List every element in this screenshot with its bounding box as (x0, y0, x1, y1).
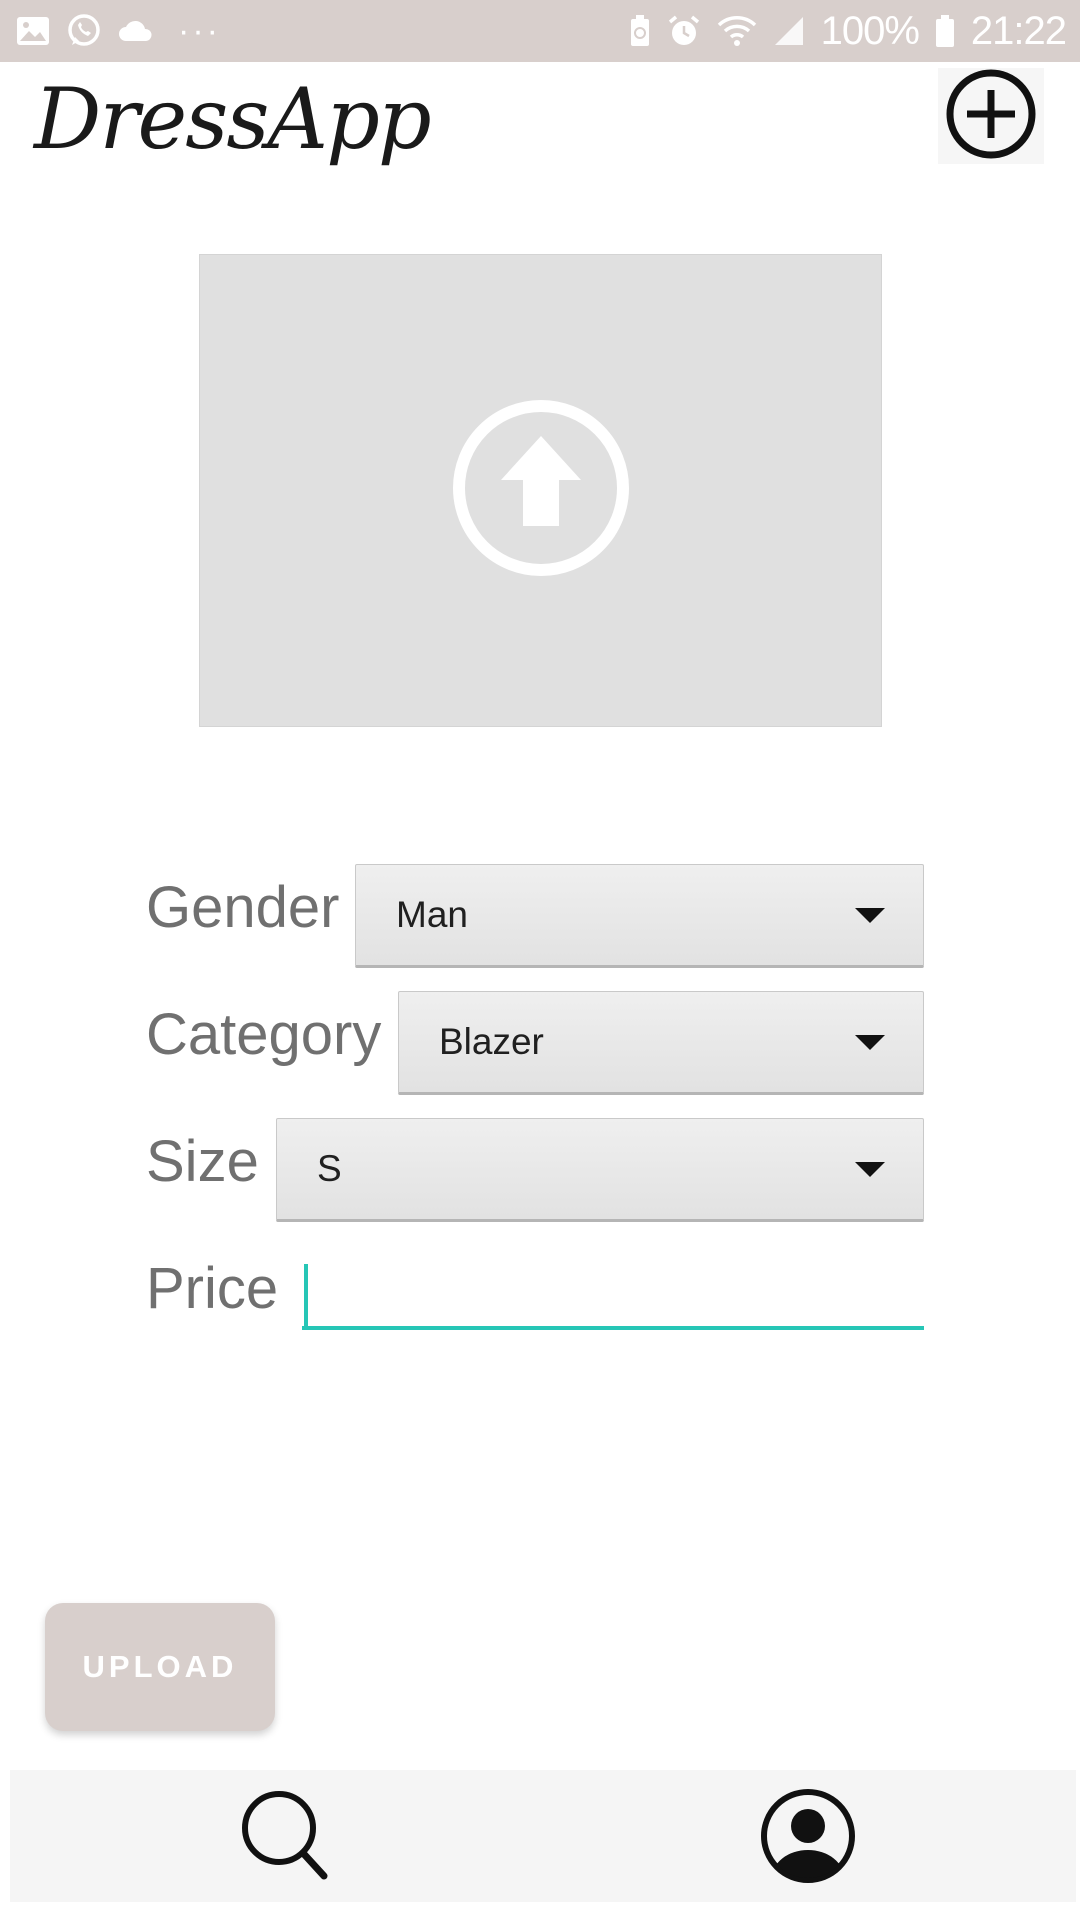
chevron-down-icon (855, 1161, 885, 1177)
chevron-down-icon (855, 1034, 885, 1050)
gender-label: Gender (146, 875, 340, 940)
image-upload-area[interactable] (199, 254, 882, 727)
signal-icon (773, 15, 805, 47)
gallery-icon (16, 16, 50, 46)
gender-dropdown[interactable]: Man (355, 864, 924, 968)
clock: 21:22 (970, 8, 1067, 53)
nav-search-button[interactable] (236, 1786, 336, 1886)
upload-button[interactable]: UPLOAD (45, 1603, 275, 1731)
whatsapp-icon (66, 13, 102, 49)
profile-icon (758, 1789, 858, 1890)
screen: ··· 100% 21:22 DressApp Gender Man Categ… (0, 0, 1080, 1920)
price-label: Price (146, 1256, 279, 1321)
bottom-nav (10, 1770, 1076, 1902)
text-cursor (304, 1264, 308, 1326)
size-dropdown[interactable]: S (276, 1118, 924, 1222)
battery-percent: 100% (820, 8, 920, 53)
size-value: S (317, 1148, 342, 1189)
category-dropdown[interactable]: Blazer (398, 991, 924, 1095)
status-bar-right: 100% 21:22 (629, 8, 1067, 54)
cloud-icon (118, 19, 154, 43)
upload-arrow-icon (449, 396, 633, 585)
add-button[interactable] (938, 68, 1044, 164)
status-bar: ··· 100% 21:22 (0, 0, 1080, 62)
app-logo: DressApp (34, 70, 432, 168)
nav-profile-button[interactable] (758, 1786, 858, 1886)
status-bar-left: ··· (16, 12, 221, 51)
gender-value: Man (396, 894, 468, 935)
category-label: Category (146, 1002, 382, 1067)
size-label: Size (146, 1129, 259, 1194)
battery-saver-icon (629, 14, 651, 48)
category-value: Blazer (439, 1021, 544, 1062)
price-input[interactable] (302, 1256, 924, 1330)
upload-button-label: UPLOAD (82, 1649, 238, 1684)
wifi-icon (717, 15, 757, 47)
search-icon (236, 1791, 336, 1890)
chevron-down-icon (855, 907, 885, 923)
alarm-icon (667, 14, 701, 48)
plus-circle-icon (946, 69, 1036, 164)
more-dots-icon: ··· (178, 11, 221, 50)
battery-icon (935, 14, 955, 48)
